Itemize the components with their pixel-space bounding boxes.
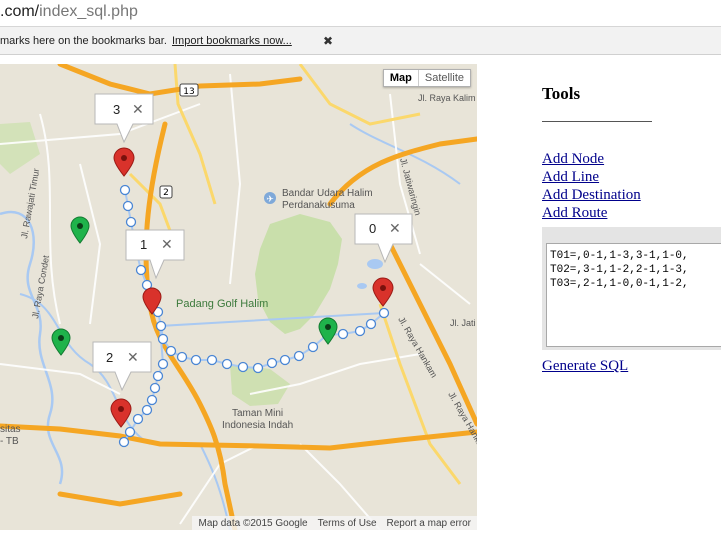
map-canvas[interactable]: ✈ 13 2 Bandar Udara Halim Perdanakusuma … bbox=[0, 64, 477, 530]
route-shield-13: 13 bbox=[179, 83, 199, 97]
import-bookmarks-link[interactable]: Import bookmarks now... bbox=[172, 35, 292, 47]
map-label-tb: - TB bbox=[0, 436, 19, 447]
map-label-taman-2: Indonesia Indah bbox=[222, 420, 293, 431]
generate-sql-link[interactable]: Generate SQL bbox=[542, 358, 628, 375]
map-label-sitas: sitas bbox=[0, 424, 21, 435]
bookmarks-close-icon[interactable]: ✖ bbox=[323, 34, 333, 48]
map-type-control: Map Satellite bbox=[382, 69, 471, 87]
infowindow-0-close-icon[interactable]: ✕ bbox=[389, 221, 401, 237]
add-destination-link[interactable]: Add Destination bbox=[542, 186, 641, 204]
map-data-credit: Map data ©2015 Google bbox=[198, 517, 308, 529]
route-shield-2: 2 bbox=[159, 185, 173, 199]
map-type-satellite-button[interactable]: Satellite bbox=[417, 70, 470, 86]
report-map-error-link[interactable]: Report a map error bbox=[387, 518, 471, 529]
infowindow-3-close-icon[interactable]: ✕ bbox=[132, 102, 144, 118]
infowindow-2-label: 2 bbox=[106, 350, 113, 365]
map-label-taman-1: Taman Mini bbox=[232, 408, 283, 419]
svg-text:✈: ✈ bbox=[266, 195, 274, 205]
map-label-kalim: Jl. Raya Kalim bbox=[418, 93, 476, 103]
url-host: .com/ bbox=[0, 3, 40, 20]
tools-title: Tools bbox=[542, 84, 581, 103]
infowindow-3-label: 3 bbox=[113, 102, 120, 117]
map-attribution: Map data ©2015 Google Terms of Use Repor… bbox=[192, 516, 477, 530]
tools-menu: Add Node Add Line Add Destination Add Ro… bbox=[542, 150, 641, 222]
sql-output-textarea[interactable]: T01=,0-1,1-3,3-1,1-0, T02=,3-1,1-2,2-1,1… bbox=[546, 243, 721, 347]
map-label-airport-2: Perdanakusuma bbox=[282, 200, 355, 211]
infowindow-1-close-icon[interactable]: ✕ bbox=[161, 237, 173, 253]
infowindow-1-label: 1 bbox=[140, 237, 147, 252]
sql-output-frame: T01=,0-1,1-3,3-1,1-0, T02=,3-1,1-2,2-1,1… bbox=[542, 227, 721, 350]
map-label-jatim: Jl. Jati M bbox=[450, 318, 477, 328]
add-route-link[interactable]: Add Route bbox=[542, 204, 641, 222]
map-view[interactable]: ✈ 13 2 Bandar Udara Halim Perdanakusuma … bbox=[0, 64, 477, 530]
add-node-link[interactable]: Add Node bbox=[542, 150, 641, 168]
url-path: index_sql.php bbox=[39, 3, 138, 20]
bookmarks-message: marks here on the bookmarks bar. bbox=[0, 35, 167, 47]
shield-2-text: 2 bbox=[163, 188, 169, 198]
terms-of-use-link[interactable]: Terms of Use bbox=[318, 518, 377, 529]
url-text[interactable]: .com/index_sql.php bbox=[0, 3, 138, 21]
tools-panel: Tools Add Node Add Line Add Destination … bbox=[542, 0, 721, 538]
shield-13-text: 13 bbox=[183, 87, 194, 97]
map-label-airport: Bandar Udara Halim bbox=[282, 188, 373, 199]
add-line-link[interactable]: Add Line bbox=[542, 168, 641, 186]
map-type-map-button[interactable]: Map bbox=[384, 70, 418, 86]
infowindow-2-close-icon[interactable]: ✕ bbox=[127, 350, 139, 366]
map-label-golf: Padang Golf Halim bbox=[176, 298, 268, 310]
tools-divider bbox=[542, 121, 652, 122]
infowindow-0-label: 0 bbox=[369, 221, 376, 236]
